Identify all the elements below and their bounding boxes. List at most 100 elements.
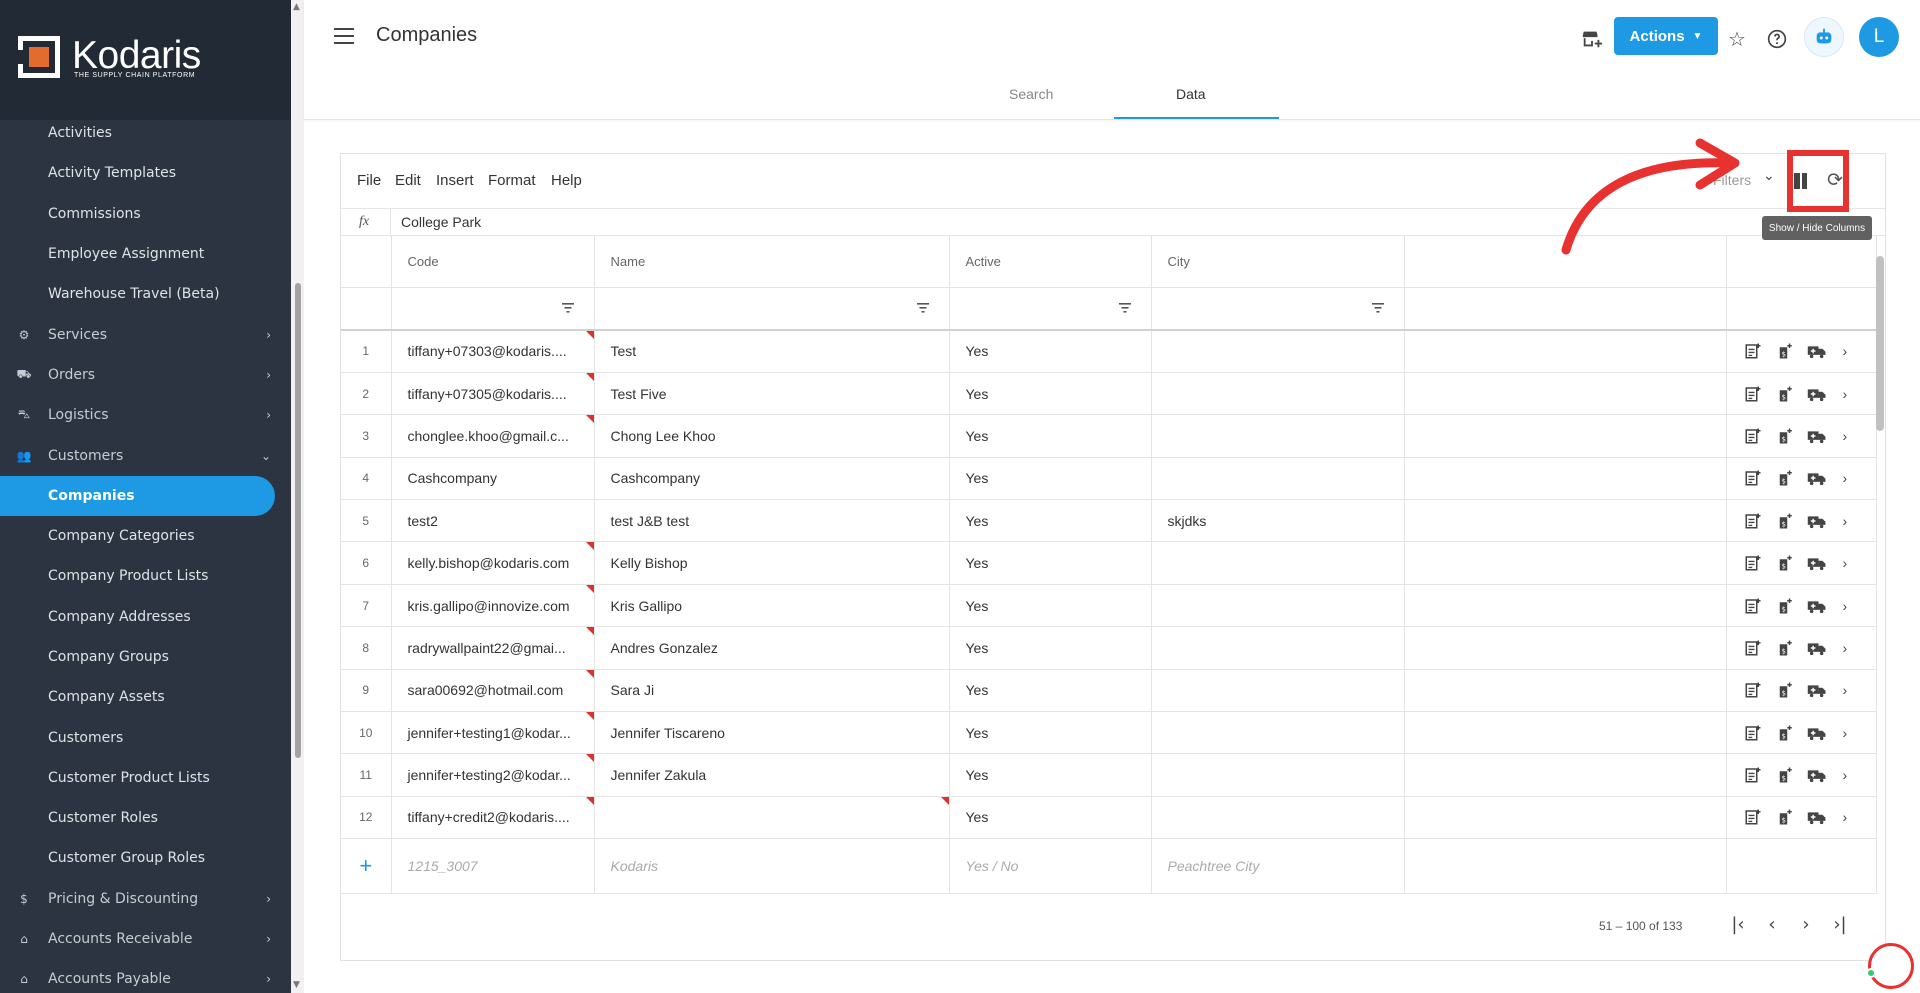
sidebar-item-services[interactable]: ⚙ Services › (0, 314, 291, 354)
sidebar-item-customer-group-roles[interactable]: Customer Group Roles (0, 838, 291, 878)
cell-city[interactable] (1151, 330, 1405, 373)
new-row[interactable]: + 1215_3007 Kodaris Yes / No Peachtree C… (341, 838, 1877, 895)
cell-code[interactable]: jennifer+testing2@kodar... (391, 753, 595, 797)
cell-city[interactable] (1151, 457, 1405, 501)
first-page-icon[interactable]: |‹ (1725, 911, 1751, 937)
next-page-icon[interactable]: › (1793, 911, 1819, 937)
add-note-icon[interactable] (1743, 723, 1763, 743)
cell-name[interactable]: Kelly Bishop (594, 541, 950, 585)
cell-name[interactable]: Test Five (594, 372, 950, 416)
cell-code[interactable]: Cashcompany (391, 457, 595, 501)
add-shipment-icon[interactable] (1807, 807, 1827, 827)
cell-city[interactable] (1151, 541, 1405, 585)
add-pricing-icon[interactable]: $ (1775, 807, 1795, 827)
sidebar-item-customers[interactable]: Customers (0, 717, 291, 757)
filter-icon[interactable] (561, 302, 574, 313)
chat-support-icon[interactable] (1868, 943, 1914, 989)
add-shipment-icon[interactable] (1807, 468, 1827, 488)
new-name-placeholder[interactable]: Kodaris (594, 838, 950, 895)
last-page-icon[interactable]: ›| (1827, 911, 1853, 937)
cell-code[interactable]: jennifer+testing1@kodar... (391, 711, 595, 755)
sidebar-item-commissions[interactable]: Commissions (0, 194, 291, 234)
sidebar-item-activities[interactable]: Activities (0, 113, 291, 153)
plus-icon[interactable]: + (359, 853, 372, 878)
cell-name[interactable] (594, 796, 950, 840)
sidebar-item-accounts-payable[interactable]: ⌂ Accounts Payable › (0, 959, 291, 993)
filter-name[interactable] (594, 287, 950, 331)
sidebar-item-customer-product-lists[interactable]: Customer Product Lists (0, 758, 291, 798)
menu-file[interactable]: File (357, 172, 381, 189)
cell-name[interactable]: Jennifer Zakula (594, 753, 950, 797)
cell-name[interactable]: test J&B test (594, 499, 950, 543)
add-pricing-icon[interactable]: $ (1775, 680, 1795, 700)
sidebar-item-warehouse-travel-beta-[interactable]: Warehouse Travel (Beta) (0, 274, 291, 314)
cell-code[interactable]: tiffany+07305@kodaris.... (391, 372, 595, 416)
add-pricing-icon[interactable]: $ (1775, 723, 1795, 743)
cell-active[interactable]: Yes (949, 669, 1152, 713)
cell-name[interactable]: Jennifer Tiscareno (594, 711, 950, 755)
cell-name[interactable]: Cashcompany (594, 457, 950, 501)
chevron-right-icon[interactable]: › (1843, 640, 1848, 656)
table-row[interactable]: 9 sara00692@hotmail.com Sara Ji Yes $ › (341, 669, 1877, 713)
table-row[interactable]: 11 jennifer+testing2@kodar... Jennifer Zak… (341, 753, 1877, 797)
table-row[interactable]: 4 Cashcompany Cashcompany Yes $ › (341, 457, 1877, 501)
add-pricing-icon[interactable]: $ (1775, 426, 1795, 446)
add-pricing-icon[interactable]: $ (1775, 511, 1795, 531)
column-header-name[interactable]: Name (594, 236, 950, 288)
cell-active[interactable]: Yes (949, 711, 1152, 755)
tab-data[interactable]: Data (1176, 86, 1206, 102)
table-row[interactable]: 8 radrywallpaint22@gmai... Andres Gonzalez… (341, 626, 1877, 670)
add-shipment-icon[interactable] (1807, 384, 1827, 404)
scroll-up-arrow-icon[interactable]: ▲ (293, 2, 300, 12)
cell-active[interactable]: Yes (949, 753, 1152, 797)
cell-city[interactable] (1151, 711, 1405, 755)
sidebar-item-activity-templates[interactable]: Activity Templates (0, 153, 291, 193)
cell-city[interactable]: skjdks (1151, 499, 1405, 543)
column-header-code[interactable]: Code (391, 236, 595, 288)
column-header-active[interactable]: Active (949, 236, 1152, 288)
sidebar-item-company-assets[interactable]: Company Assets (0, 677, 291, 717)
cell-city[interactable] (1151, 753, 1405, 797)
menu-format[interactable]: Format (488, 172, 536, 189)
add-shipment-icon[interactable] (1807, 723, 1827, 743)
chevron-right-icon[interactable]: › (1843, 682, 1848, 698)
add-note-icon[interactable] (1743, 553, 1763, 573)
sidebar-item-company-categories[interactable]: Company Categories (0, 516, 291, 556)
add-store-icon[interactable] (1579, 26, 1605, 52)
table-row[interactable]: 3 chonglee.khoo@gmail.c... Chong Lee Khoo Y… (341, 414, 1877, 458)
cell-city[interactable] (1151, 669, 1405, 713)
sidebar-item-logistics[interactable]: ⛍ Logistics › (0, 395, 291, 435)
new-city-placeholder[interactable]: Peachtree City (1151, 838, 1405, 895)
table-row[interactable]: 5 test2 test J&B test Yes skjdks $ › (341, 499, 1877, 543)
sidebar-item-company-product-lists[interactable]: Company Product Lists (0, 556, 291, 596)
cell-active[interactable]: Yes (949, 541, 1152, 585)
table-row[interactable]: 2 tiffany+07305@kodaris.... Test Five Yes $ › (341, 372, 1877, 416)
formula-input[interactable]: College Park (401, 214, 481, 230)
menu-help[interactable]: Help (551, 172, 582, 189)
add-pricing-icon[interactable]: $ (1775, 553, 1795, 573)
chevron-right-icon[interactable]: › (1843, 343, 1848, 359)
cell-city[interactable] (1151, 626, 1405, 670)
chevron-right-icon[interactable]: › (1843, 428, 1848, 444)
cell-code[interactable]: tiffany+credit2@kodaris.... (391, 796, 595, 840)
help-icon[interactable] (1764, 26, 1790, 52)
filter-city[interactable] (1151, 287, 1405, 331)
grid-scroll-thumb[interactable] (1876, 256, 1884, 431)
table-row[interactable]: 7 kris.gallipo@innovize.com Kris Gallipo Ye… (341, 584, 1877, 628)
add-note-icon[interactable] (1743, 765, 1763, 785)
cell-city[interactable] (1151, 584, 1405, 628)
add-shipment-icon[interactable] (1807, 596, 1827, 616)
cell-active[interactable]: Yes (949, 372, 1152, 416)
cell-code[interactable]: sara00692@hotmail.com (391, 669, 595, 713)
add-pricing-icon[interactable]: $ (1775, 765, 1795, 785)
cell-name[interactable]: Sara Ji (594, 669, 950, 713)
filter-icon[interactable] (916, 302, 929, 313)
sidebar-scroll-thumb[interactable] (295, 283, 301, 758)
add-shipment-icon[interactable] (1807, 638, 1827, 658)
star-icon[interactable]: ☆ (1724, 26, 1750, 52)
chevron-right-icon[interactable]: › (1843, 809, 1848, 825)
add-note-icon[interactable] (1743, 596, 1763, 616)
logo[interactable]: Kodaris THE SUPPLY CHAIN PLATFORM (0, 0, 291, 120)
add-pricing-icon[interactable]: $ (1775, 638, 1795, 658)
scroll-down-arrow-icon[interactable]: ▼ (293, 980, 300, 990)
